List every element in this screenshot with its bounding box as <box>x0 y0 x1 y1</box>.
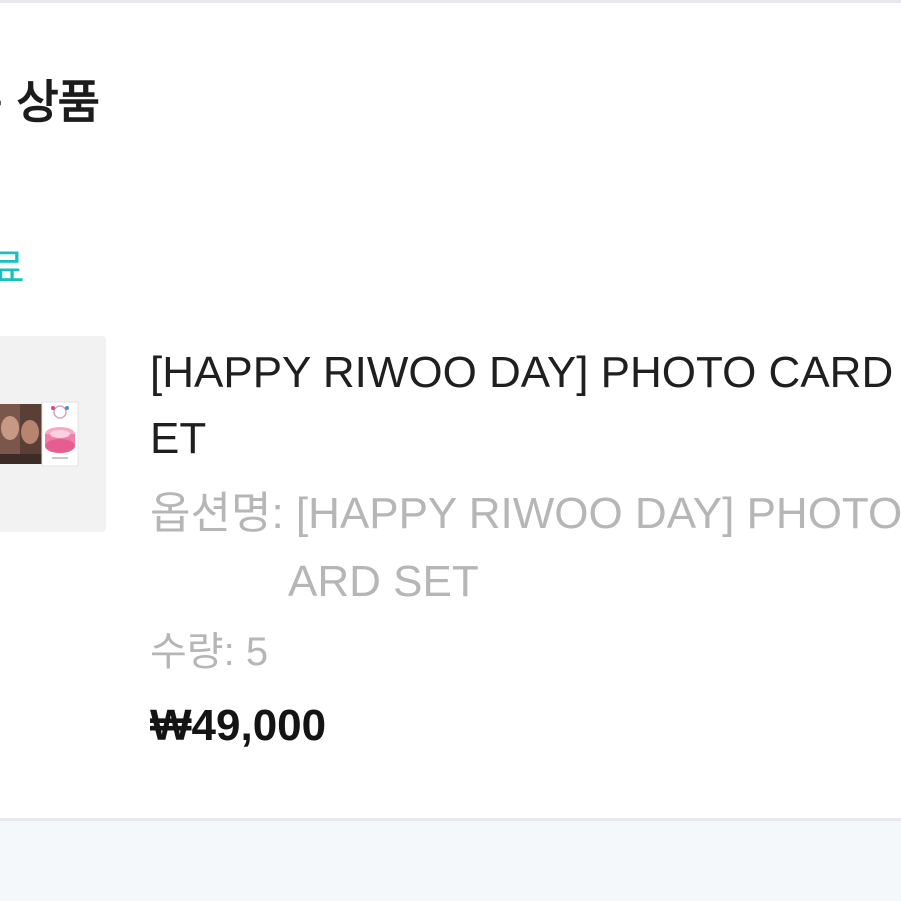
product-option-line-2: ARD SET <box>288 557 479 606</box>
order-items-page: 문 상품 완료 [HAPPY RIWOO DAY] PHOTO CARD S E… <box>0 0 901 901</box>
section-title: 문 상품 <box>0 75 100 129</box>
product-option: 옵션명: [HAPPY RIWOO DAY] PHOTO C ARD SET <box>150 480 901 616</box>
product-price: ₩49,000 <box>150 701 327 750</box>
bottom-section-background <box>0 821 901 901</box>
top-divider <box>0 0 901 3</box>
product-name-line-2: ET <box>150 414 207 463</box>
product-option-line-1: 옵션명: [HAPPY RIWOO DAY] PHOTO C <box>150 489 901 538</box>
product-name[interactable]: [HAPPY RIWOO DAY] PHOTO CARD S ET <box>150 340 901 472</box>
product-thumbnail[interactable] <box>0 336 106 532</box>
product-quantity: 수량: 5 <box>150 630 269 674</box>
order-status-label: 완료 <box>0 246 25 292</box>
product-name-line-1: [HAPPY RIWOO DAY] PHOTO CARD S <box>150 348 901 397</box>
product-image-icon <box>0 336 106 532</box>
